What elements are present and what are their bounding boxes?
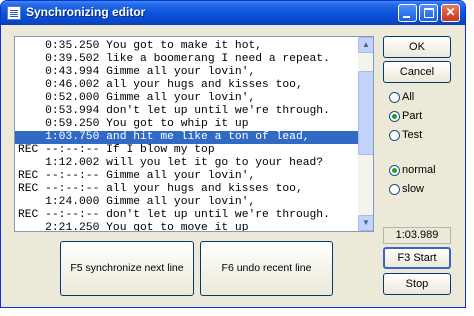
- minimize-button[interactable]: [398, 4, 417, 22]
- editor-line[interactable]: REC --:--:-- don't let up until we're th…: [15, 209, 358, 222]
- editor-line[interactable]: 0:59.250 You got to whip it up: [15, 118, 358, 131]
- editor-line[interactable]: REC --:--:-- If I blow my top: [15, 144, 358, 157]
- editor-line[interactable]: 0:43.994 Gimme all your lovin',: [15, 66, 358, 79]
- editor-line[interactable]: REC --:--:-- all your hugs and kisses to…: [15, 183, 358, 196]
- editor-line[interactable]: 0:53.994 don't let up until we're throug…: [15, 105, 358, 118]
- scroll-thumb[interactable]: [358, 71, 373, 155]
- editor-line[interactable]: 0:35.250 You got to make it hot,: [15, 40, 358, 53]
- maximize-button[interactable]: [419, 4, 438, 22]
- time-display: 1:03.989: [383, 227, 451, 244]
- speed-normal-radio[interactable]: normal: [389, 164, 436, 178]
- editor-line[interactable]: REC --:--:-- Gimme all your lovin',: [15, 170, 358, 183]
- minimize-icon: [403, 16, 410, 18]
- radio-icon[interactable]: [389, 164, 400, 176]
- start-button[interactable]: F3 Start: [383, 247, 451, 269]
- radio-icon[interactable]: [389, 110, 400, 122]
- window-title: Synchronizing editor: [26, 5, 146, 19]
- scroll-down-icon[interactable]: ▼: [358, 215, 373, 231]
- close-button[interactable]: ✕: [441, 4, 460, 22]
- maximize-icon: [424, 8, 434, 18]
- undo-recent-line-button[interactable]: F6 undo recent line: [200, 241, 333, 296]
- vertical-scrollbar[interactable]: ▲ ▼: [358, 37, 373, 231]
- synchronizing-editor-window: Synchronizing editor ✕ 0:35.250 You got …: [0, 0, 466, 308]
- title-bar[interactable]: Synchronizing editor ✕: [1, 1, 465, 25]
- cancel-button[interactable]: Cancel: [383, 61, 451, 83]
- radio-icon[interactable]: [389, 129, 400, 141]
- close-icon: ✕: [445, 5, 456, 19]
- radio-icon[interactable]: [389, 183, 400, 195]
- editor-line[interactable]: 0:39.502 like a boomerang I need a repea…: [15, 53, 358, 66]
- editor-line[interactable]: 1:03.750 and hit me like a ton of lead,: [15, 131, 358, 144]
- radio-icon[interactable]: [389, 91, 400, 103]
- stop-button[interactable]: Stop: [383, 273, 451, 295]
- ok-button[interactable]: OK: [383, 36, 451, 58]
- scope-test-radio[interactable]: Test: [389, 129, 422, 143]
- lyrics-editor[interactable]: 0:35.250 You got to make it hot, 0:39.50…: [14, 36, 374, 232]
- editor-line[interactable]: 1:12.002 will you let it go to your head…: [15, 157, 358, 170]
- scope-part-radio[interactable]: Part: [389, 110, 422, 124]
- editor-line[interactable]: 0:52.000 Gimme all your lovin',: [15, 92, 358, 105]
- scroll-up-icon[interactable]: ▲: [358, 37, 373, 53]
- editor-line[interactable]: 1:24.000 Gimme all your lovin',: [15, 196, 358, 209]
- editor-line[interactable]: 2:21.250 You got to move it up: [15, 222, 358, 231]
- synchronize-next-line-button[interactable]: F5 synchronize next line: [60, 241, 194, 296]
- scope-all-radio[interactable]: All: [389, 91, 414, 105]
- editor-line[interactable]: 0:46.002 all your hugs and kisses too,: [15, 79, 358, 92]
- app-icon: [7, 6, 21, 20]
- speed-slow-radio[interactable]: slow: [389, 183, 424, 197]
- lyrics-lines[interactable]: 0:35.250 You got to make it hot, 0:39.50…: [15, 40, 358, 231]
